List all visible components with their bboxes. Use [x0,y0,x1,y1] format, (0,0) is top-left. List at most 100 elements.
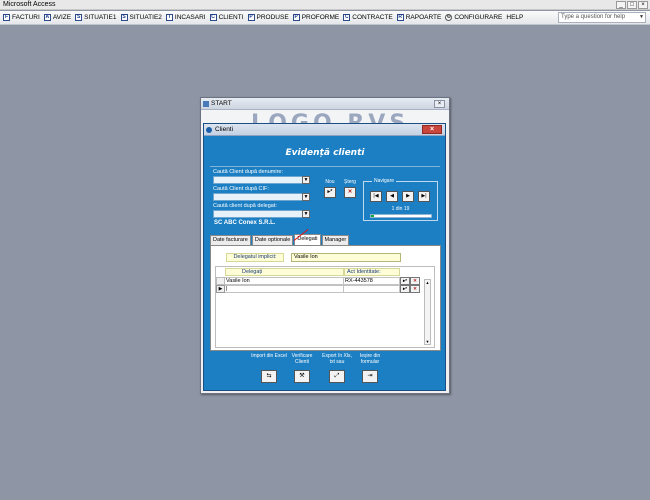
menu-label: FACTURI [12,14,40,21]
delegati-panel: Delegatul implicit: Vasile Ion Delegați … [210,245,441,351]
menu-bar: F FACTURI A AVIZE S SITUATIE1 S SITUATIE2 II… [0,11,650,25]
menu-item-proforme[interactable]: P PROFORME [292,12,343,24]
menu-item-help[interactable]: HELP [505,12,526,24]
menu-label: INCASARI [174,14,206,21]
menu-item-incasari[interactable]: I INCASARI [165,12,209,24]
col-delegati: Delegați [225,268,344,276]
import-excel-label: Import din Excel [251,353,287,359]
export-label: Export în Xls, txt sau [322,353,352,365]
menu-item-clienti[interactable]: C CLIENTI [209,12,247,24]
clienti-icon: C [209,14,217,21]
search-by-name-combo[interactable]: ▼ [213,176,310,184]
menu-item-produse[interactable]: P PRODUSE [247,12,292,24]
help-search-input[interactable]: Type a question for help ▼ [558,12,646,23]
form-header: Evidență clienti [210,141,440,167]
verify-clients-label: Verificare Clienti [291,353,313,365]
new-record-button[interactable]: ▸* [324,187,336,198]
produse-icon: P [247,14,255,21]
chevron-down-icon[interactable]: ▼ [302,193,310,201]
export-button[interactable]: ⤢ [329,370,345,383]
current-row-selector[interactable]: ▶ [216,285,225,293]
delegate-name-cell[interactable]: Vasile Ion [225,277,344,285]
search-by-cif-label: Caută Client după CIF: [213,186,269,192]
menu-label: SITUATIE2 [129,14,162,21]
delete-row-button[interactable]: ✕ [410,285,420,293]
menu-item-situatie1[interactable]: S SITUATIE1 [74,12,119,24]
window-controls: _ □ × [616,1,648,9]
exit-form-label: Ieșire din formular [359,353,381,365]
maximize-icon[interactable]: □ [627,1,637,9]
exit-form-button[interactable]: ⇥ [362,370,378,383]
window-icon [203,101,209,107]
tab-manager[interactable]: Manager [321,235,350,245]
menu-item-situatie2[interactable]: S SITUATIE2 [120,12,165,24]
app-title: Microsoft Access [3,1,56,8]
scroll-down-icon[interactable]: ▼ [425,339,430,344]
table-row[interactable]: Vasile Ion RX-443578 ▸* ✕ [216,277,420,285]
tab-strip: Date facturare Date optionale Delegati M… [210,234,350,245]
search-by-delegate-combo[interactable]: ▼ [213,210,310,218]
delegati-grid: Delegați Act Identitate: Vasile Ion RX-4… [215,266,435,348]
minimize-icon[interactable]: _ [616,1,626,9]
clienti-close-icon[interactable]: × [422,125,442,134]
company-name: SC ABC Conex S.R.L. [214,220,276,226]
progress-fill [371,215,374,217]
col-act-identitate: Act Identitate: [344,268,400,276]
new-label: Nou [325,179,335,185]
last-record-button[interactable]: ▶| [418,191,430,202]
delegate-id-cell[interactable]: RX-443578 [344,277,400,285]
new-name-cell[interactable]: | [225,285,344,293]
search-by-delegate-label: Caută client după delegat: [213,203,277,209]
vertical-scrollbar[interactable]: ▲ ▼ [424,279,431,345]
delete-record-button[interactable]: ✕ [344,187,356,198]
tab-date-facturare[interactable]: Date facturare [210,235,251,245]
clienti-window: Clienti × Evidență clienti Caută Client … [203,123,446,391]
prev-record-button[interactable]: ◀ [386,191,398,202]
tab-date-optionale[interactable]: Date optionale [251,235,294,245]
current-record: 1 [391,206,395,212]
import-excel-button[interactable]: ⇆ [261,370,277,383]
implicit-delegate-field[interactable]: Vasile Ion [291,253,401,262]
close-icon[interactable]: × [638,1,648,9]
start-close-icon[interactable]: × [434,100,445,108]
new-id-cell[interactable] [344,285,400,293]
situatie2-icon: S [120,14,128,21]
edit-row-button[interactable]: ▸* [400,285,410,293]
grid-header: Delegați Act Identitate: [225,268,400,276]
incasari-icon: I [165,14,173,21]
chevron-down-icon[interactable]: ▼ [639,13,644,22]
new-row[interactable]: ▶ | ▸* ✕ [216,285,420,293]
facturi-icon: F [3,14,10,21]
scroll-up-icon[interactable]: ▲ [425,280,430,285]
proforme-icon: P [292,14,300,21]
menu-label: SITUATIE1 [84,14,117,21]
contracte-icon: C [343,14,351,21]
menu-label: CONFIGURARE [454,14,503,21]
menu-item-contracte[interactable]: C CONTRACTE [342,12,395,24]
navigation-legend: Navigare [372,178,397,184]
chevron-down-icon[interactable]: ▼ [302,176,310,184]
menu-label: RAPOARTE [405,14,442,21]
edit-row-button[interactable]: ▸* [400,277,410,285]
avize-icon: A [43,14,51,21]
menu-label: PROFORME [301,14,340,21]
verify-clients-button[interactable]: ⚒ [294,370,310,383]
menu-label: CLIENTI [218,14,244,21]
delete-label: Șterg [344,179,356,185]
record-counter: 1 din 19 [364,206,437,212]
help-placeholder: Type a question for help [561,14,626,20]
search-by-cif-combo[interactable]: ▼ [213,193,310,201]
row-selector[interactable] [216,277,225,285]
menu-item-avize[interactable]: A AVIZE [43,12,74,24]
menu-label: HELP [506,14,524,21]
menu-label: AVIZE [52,14,72,21]
menu-item-configurare[interactable]: ⚙ CONFIGURARE [444,12,505,24]
menu-item-rapoarte[interactable]: R RAPOARTE [396,12,445,24]
next-record-button[interactable]: ▶ [402,191,414,202]
window-icon [206,127,212,133]
chevron-down-icon[interactable]: ▼ [302,210,310,218]
first-record-button[interactable]: |◀ [370,191,382,202]
menu-item-facturi[interactable]: F FACTURI [2,12,43,24]
delete-row-button[interactable]: ✕ [410,277,420,285]
situatie1-icon: S [75,14,83,21]
